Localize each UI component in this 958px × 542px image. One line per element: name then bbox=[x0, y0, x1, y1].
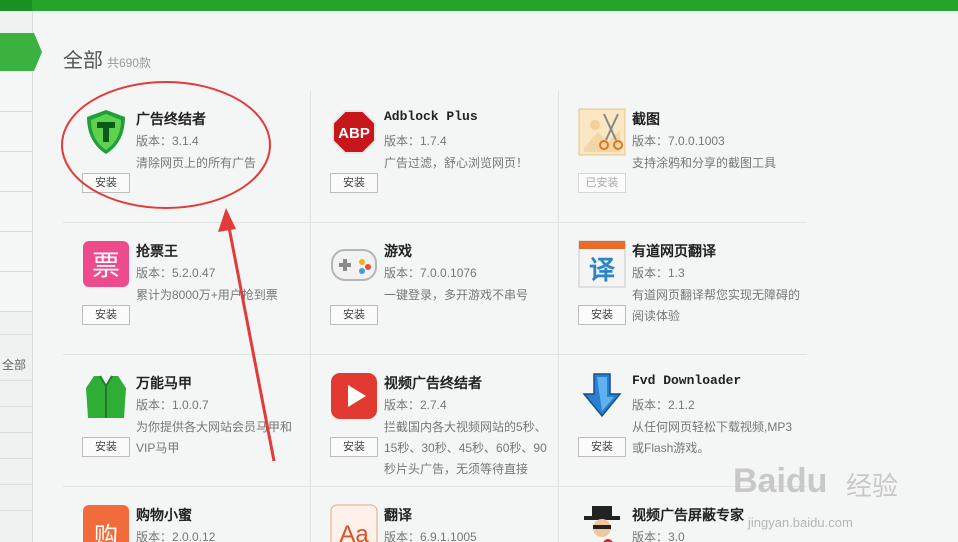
sidebar-divider bbox=[0, 432, 32, 433]
install-button[interactable]: 安装 bbox=[578, 437, 626, 457]
app-name: Fvd Downloader bbox=[632, 373, 742, 388]
app-name: 翻译 bbox=[384, 507, 412, 523]
sidebar-item[interactable] bbox=[0, 232, 32, 272]
sidebar-item[interactable] bbox=[0, 112, 32, 152]
app-card[interactable]: 游戏 版本：7.0.0.1076 一键登录，多开游戏不串号 安装 bbox=[311, 223, 557, 354]
app-name: 广告终结者 bbox=[136, 111, 206, 127]
app-card[interactable]: 万能马甲 版本：1.0.0.7 为你提供各大网站会员马甲和VIP马甲 安装 bbox=[63, 355, 309, 486]
section-heading: 全部 共690款 bbox=[63, 44, 151, 73]
svg-text:译: 译 bbox=[589, 256, 616, 286]
app-description: 拦截国内各大视频网站的5秒、15秒、30秒、45秒、60秒、90秒片头广告，无须… bbox=[384, 420, 547, 476]
app-description: 从任何网页轻松下载视频,MP3或Flash游戏。 bbox=[632, 420, 793, 455]
baidu-watermark: Baidu 经验 jingyan.baidu.com bbox=[728, 458, 958, 542]
sidebar-divider bbox=[0, 334, 32, 335]
app-card[interactable]: 视频广告终结者 版本：2.7.4 拦截国内各大视频网站的5秒、15秒、30秒、4… bbox=[311, 355, 557, 486]
sidebar-divider bbox=[0, 458, 32, 459]
app-card[interactable]: 购 购物小蜜 版本：2.0.0.12 bbox=[63, 487, 309, 542]
abp-stop-sign-icon: ABP bbox=[332, 110, 376, 154]
installed-button[interactable]: 已安装 bbox=[578, 173, 626, 193]
app-version: 版本：1.0.0.7 bbox=[136, 398, 209, 412]
app-name: 抢票王 bbox=[136, 243, 178, 259]
svg-text:购: 购 bbox=[94, 522, 118, 542]
translate-yi-icon: 译 bbox=[578, 240, 626, 288]
install-button[interactable]: 安装 bbox=[82, 437, 130, 457]
sidebar-item-all[interactable]: 全部 bbox=[2, 356, 26, 373]
watermark-url: jingyan.baidu.com bbox=[748, 515, 853, 530]
app-version: 版本：2.7.4 bbox=[384, 398, 447, 412]
app-version: 版本：1.7.4 bbox=[384, 134, 447, 148]
app-description: 清除网页上的所有广告 bbox=[136, 156, 257, 170]
install-button[interactable]: 安装 bbox=[82, 305, 130, 325]
sidebar-item[interactable] bbox=[0, 272, 32, 312]
app-card[interactable]: ABP Adblock Plus 版本：1.7.4 广告过滤，舒心浏览网页！ 安… bbox=[311, 91, 557, 222]
app-version: 版本：3.1.4 bbox=[136, 134, 199, 148]
sidebar-divider bbox=[0, 510, 32, 511]
app-description: 支持涂鸦和分享的截图工具 bbox=[632, 156, 777, 170]
app-name: 游戏 bbox=[384, 243, 412, 259]
sidebar-item[interactable] bbox=[0, 192, 32, 232]
app-card[interactable]: Aa 翻译 版本：6.9.1.1005 bbox=[311, 487, 557, 542]
app-version: 版本：2.0.0.12 bbox=[136, 530, 216, 542]
video-play-icon bbox=[331, 373, 377, 419]
app-version: 版本：2.1.2 bbox=[632, 398, 695, 412]
install-button[interactable]: 安装 bbox=[330, 437, 378, 457]
app-version: 版本：1.3 bbox=[632, 266, 685, 280]
app-name: 有道网页翻译 bbox=[632, 243, 716, 259]
app-name: 视频广告终结者 bbox=[384, 375, 482, 391]
install-button[interactable]: 安装 bbox=[330, 305, 378, 325]
app-card[interactable]: 译 有道网页翻译 版本：1.3 有道网页翻译帮您实现无障碍的阅读体验 安装 bbox=[559, 223, 805, 354]
app-name: 截图 bbox=[632, 111, 660, 127]
aa-translate-icon: Aa bbox=[330, 504, 378, 542]
app-name: 购物小蜜 bbox=[136, 507, 192, 523]
top-bar bbox=[0, 0, 958, 11]
svg-text:票: 票 bbox=[92, 249, 120, 282]
sidebar-divider bbox=[0, 484, 32, 485]
app-version: 版本：5.2.0.47 bbox=[136, 266, 216, 280]
app-count: 共690款 bbox=[107, 56, 152, 70]
app-name: 万能马甲 bbox=[136, 375, 192, 391]
watermark-brand: Baidu bbox=[733, 462, 828, 500]
app-description: 为你提供各大网站会员马甲和VIP马甲 bbox=[136, 420, 293, 455]
app-version: 版本：3.0 bbox=[632, 530, 685, 542]
sidebar-divider bbox=[0, 380, 32, 381]
app-version: 版本：7.0.0.1003 bbox=[632, 134, 725, 148]
svg-text:Aa: Aa bbox=[339, 521, 369, 542]
top-bar-left bbox=[0, 0, 32, 11]
install-button[interactable]: 安装 bbox=[578, 305, 626, 325]
watermark-brand-cn: 经验 bbox=[846, 471, 899, 501]
ticket-icon: 票 bbox=[83, 241, 129, 287]
app-card[interactable]: 票 抢票王 版本：5.2.0.47 累计为8000万+用户抢到票 安装 bbox=[63, 223, 309, 354]
svg-text:ABP: ABP bbox=[338, 125, 370, 142]
gamepad-icon bbox=[331, 249, 377, 281]
hat-man-icon bbox=[584, 506, 620, 542]
download-arrow-icon bbox=[582, 373, 622, 418]
app-description: 一键登录，多开游戏不串号 bbox=[384, 288, 529, 302]
app-card[interactable]: 截图 版本：7.0.0.1003 支持涂鸦和分享的截图工具 已安装 bbox=[559, 91, 805, 222]
shield-t-icon bbox=[87, 110, 125, 154]
app-name: Adblock Plus bbox=[384, 109, 478, 124]
sidebar-divider bbox=[0, 406, 32, 407]
sidebar-item[interactable] bbox=[0, 152, 32, 192]
shopping-bag-icon: 购 bbox=[83, 505, 129, 542]
page-title: 全部 bbox=[63, 50, 103, 72]
vest-icon bbox=[86, 375, 126, 418]
app-card[interactable]: 广告终结者 版本：3.1.4 清除网页上的所有广告 安装 bbox=[63, 91, 309, 222]
app-version: 版本：6.9.1.1005 bbox=[384, 530, 477, 542]
app-description: 有道网页翻译帮您实现无障碍的阅读体验 bbox=[632, 288, 801, 323]
app-description: 广告过滤，舒心浏览网页！ bbox=[384, 156, 529, 170]
scissors-icon bbox=[578, 108, 626, 156]
app-description: 累计为8000万+用户抢到票 bbox=[136, 288, 278, 302]
sidebar-active-tab[interactable] bbox=[0, 33, 42, 71]
install-button[interactable]: 安装 bbox=[82, 173, 130, 193]
install-button[interactable]: 安装 bbox=[330, 173, 378, 193]
sidebar-item[interactable] bbox=[0, 72, 32, 112]
app-version: 版本：7.0.0.1076 bbox=[384, 266, 477, 280]
